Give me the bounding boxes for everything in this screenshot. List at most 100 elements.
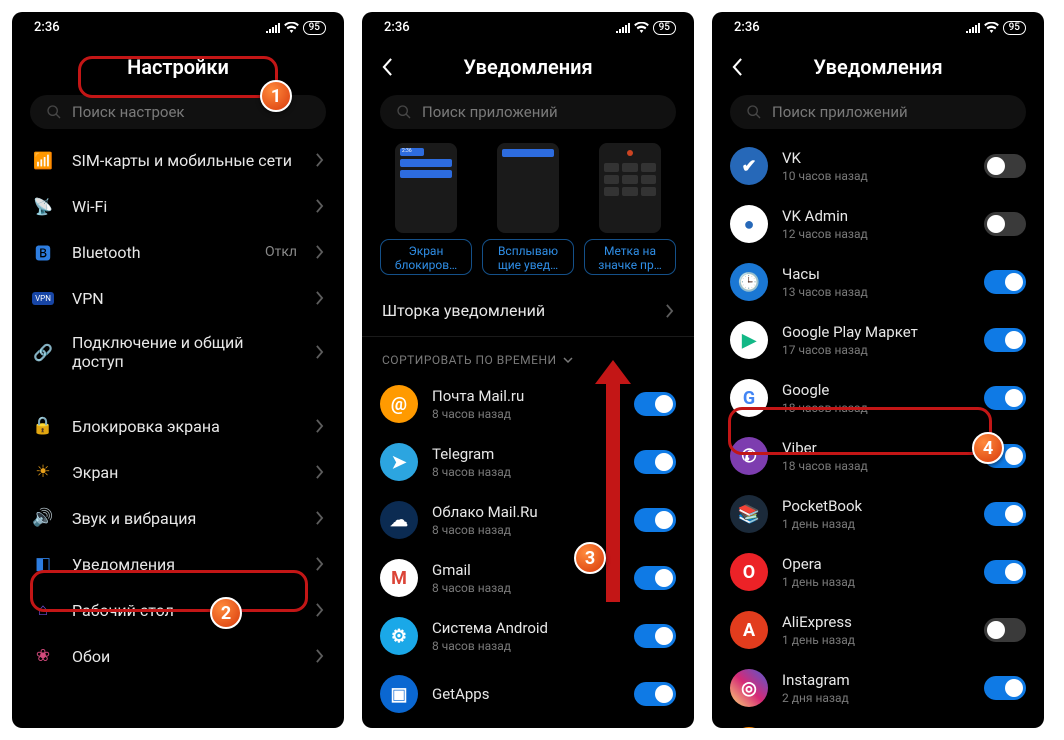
chevron-right-icon (315, 649, 324, 663)
settings-row[interactable]: 🔗 Подключение и общий доступ (12, 321, 344, 383)
phone-screen-1: 2:36 95 Настройки 1 Поиск настроек 📶 SIM… (12, 12, 344, 728)
app-subtitle: 8 часов назад (432, 581, 620, 595)
page-title: Уведомления (759, 55, 997, 79)
settings-row[interactable]: ❀ Обои (12, 633, 344, 679)
app-row[interactable]: ◎ Instagram 2 дня назад (712, 659, 1044, 717)
notification-toggle[interactable] (634, 682, 676, 706)
back-button[interactable] (382, 58, 393, 76)
app-subtitle: 1 день назад (782, 517, 970, 531)
notification-toggle[interactable] (984, 328, 1026, 352)
app-row[interactable]: ● VK Admin 12 часов назад (712, 195, 1044, 253)
style-lockscreen[interactable]: 2:36 Экран блокиров… (380, 143, 472, 275)
app-row[interactable]: ⚙ Система Android 8 часов назад (362, 607, 694, 665)
notification-toggle[interactable] (984, 154, 1026, 178)
app-row[interactable]: 🕒 Часы 13 часов назад (712, 253, 1044, 311)
app-name: VK Admin (782, 207, 970, 225)
notification-toggle[interactable] (634, 624, 676, 648)
search-icon (46, 104, 62, 120)
style-badge-label: Метка на значке пр… (584, 239, 676, 275)
page-title: Настройки (32, 55, 324, 79)
app-list[interactable]: @ Почта Mail.ru 8 часов назад ➤ Telegram… (362, 375, 694, 728)
search-input[interactable]: Поиск приложений (730, 95, 1026, 129)
notifications-row[interactable]: ◧ Уведомления (12, 541, 344, 587)
notification-toggle[interactable] (984, 502, 1026, 526)
row-icon: ◧ (32, 553, 54, 575)
app-row[interactable]: M Gmail 8 часов назад (362, 549, 694, 607)
app-row[interactable]: ✔ VK 10 часов назад (712, 137, 1044, 195)
app-name: AliExpress (782, 613, 970, 631)
app-row[interactable]: ▶ Google Play Маркет 17 часов назад (712, 311, 1044, 369)
row-icon: 🅱 (32, 241, 54, 263)
phone-screen-3: 2:36 95 Уведомления Поиск приложений ✔ V… (712, 12, 1044, 728)
notification-toggle[interactable] (634, 566, 676, 590)
app-icon: ◎ (730, 669, 768, 707)
notification-toggle[interactable] (984, 676, 1026, 700)
settings-list[interactable]: 📶 SIM-карты и мобильные сети 📡 Wi-Fi 🅱 B… (12, 137, 344, 728)
header: Уведомления (362, 41, 694, 91)
sort-label[interactable]: СОРТИРОВАТЬ ПО ВРЕМЕНИ (362, 337, 694, 375)
battery-icon: 95 (1003, 21, 1026, 35)
app-text: Система Android 8 часов назад (432, 619, 620, 653)
settings-row[interactable]: VPN VPN (12, 275, 344, 321)
status-bar: 2:36 95 (12, 12, 344, 41)
row-icon: ☀ (32, 461, 54, 483)
search-input[interactable]: Поиск приложений (380, 95, 676, 129)
back-button[interactable] (732, 58, 743, 76)
status-right: 95 (616, 21, 676, 35)
signal-icon (266, 23, 280, 33)
settings-row[interactable]: ⌂ Рабочий стол (12, 587, 344, 633)
settings-row[interactable]: 🔊 Звук и вибрация (12, 495, 344, 541)
app-row[interactable]: A AliExpress 1 день назад (712, 601, 1044, 659)
app-row[interactable]: ☁ Облако Mail.Ru 8 часов назад (362, 491, 694, 549)
app-subtitle: 17 часов назад (782, 343, 970, 357)
app-name: Часы (782, 265, 970, 283)
chevron-right-icon (315, 603, 324, 617)
app-subtitle: 8 часов назад (432, 407, 620, 421)
settings-row[interactable]: 📡 Wi-Fi (12, 183, 344, 229)
chevron-right-icon (315, 465, 324, 479)
status-time: 2:36 (34, 20, 60, 35)
app-text: PocketBook 1 день назад (782, 497, 970, 531)
notification-toggle[interactable] (984, 560, 1026, 584)
app-text: Opera 1 день назад (782, 555, 970, 589)
badge-4: 4 (972, 432, 1004, 464)
app-text: Viber 18 часов назад (782, 439, 970, 473)
row-label: SIM-карты и мобильные сети (72, 151, 297, 170)
signal-icon (966, 23, 980, 33)
chevron-right-icon (315, 511, 324, 525)
chevron-right-icon (315, 557, 324, 571)
wifi-icon (634, 22, 649, 33)
notification-shade-row[interactable]: Шторка уведомлений (362, 285, 694, 337)
search-placeholder: Поиск приложений (422, 103, 558, 121)
style-floating[interactable]: Всплываю щие увед… (482, 143, 574, 275)
app-text: Облако Mail.Ru 8 часов назад (432, 503, 620, 537)
notification-toggle[interactable] (634, 508, 676, 532)
app-subtitle: 12 часов назад (782, 227, 970, 241)
notification-toggle[interactable] (634, 450, 676, 474)
settings-row[interactable]: 🔒 Блокировка экрана (12, 403, 344, 449)
notification-toggle[interactable] (984, 212, 1026, 236)
settings-row[interactable]: 🅱 Bluetooth Откл (12, 229, 344, 275)
notification-toggle[interactable] (984, 386, 1026, 410)
notification-toggle[interactable] (984, 270, 1026, 294)
app-row[interactable]: ➤ Telegram 8 часов назад (362, 433, 694, 491)
app-row[interactable]: O Opera 1 день назад (712, 543, 1044, 601)
app-row[interactable]: ▣ GetApps (362, 665, 694, 723)
row-label: Bluetooth (72, 243, 247, 262)
app-subtitle: 18 часов назад (782, 459, 970, 473)
app-row[interactable]: @ Почта Mail.ru 8 часов назад (362, 375, 694, 433)
app-name: Google Play Маркет (782, 323, 970, 341)
signal-icon (616, 23, 630, 33)
app-row[interactable]: 📚 PocketBook 1 день назад (712, 485, 1044, 543)
app-row[interactable]: Q QIWI 2 дня назад (712, 717, 1044, 728)
settings-row[interactable]: ☀ Экран (12, 449, 344, 495)
style-badge[interactable]: Метка на значке пр… (584, 143, 676, 275)
app-name: Instagram (782, 671, 970, 689)
notification-toggle[interactable] (984, 618, 1026, 642)
app-name: PocketBook (782, 497, 970, 515)
app-row[interactable]: G Google 18 часов назад (712, 369, 1044, 427)
settings-row[interactable]: 📶 SIM-карты и мобильные сети (12, 137, 344, 183)
status-time: 2:36 (384, 20, 410, 35)
notification-toggle[interactable] (634, 392, 676, 416)
row-icon: ⌂ (32, 599, 54, 621)
